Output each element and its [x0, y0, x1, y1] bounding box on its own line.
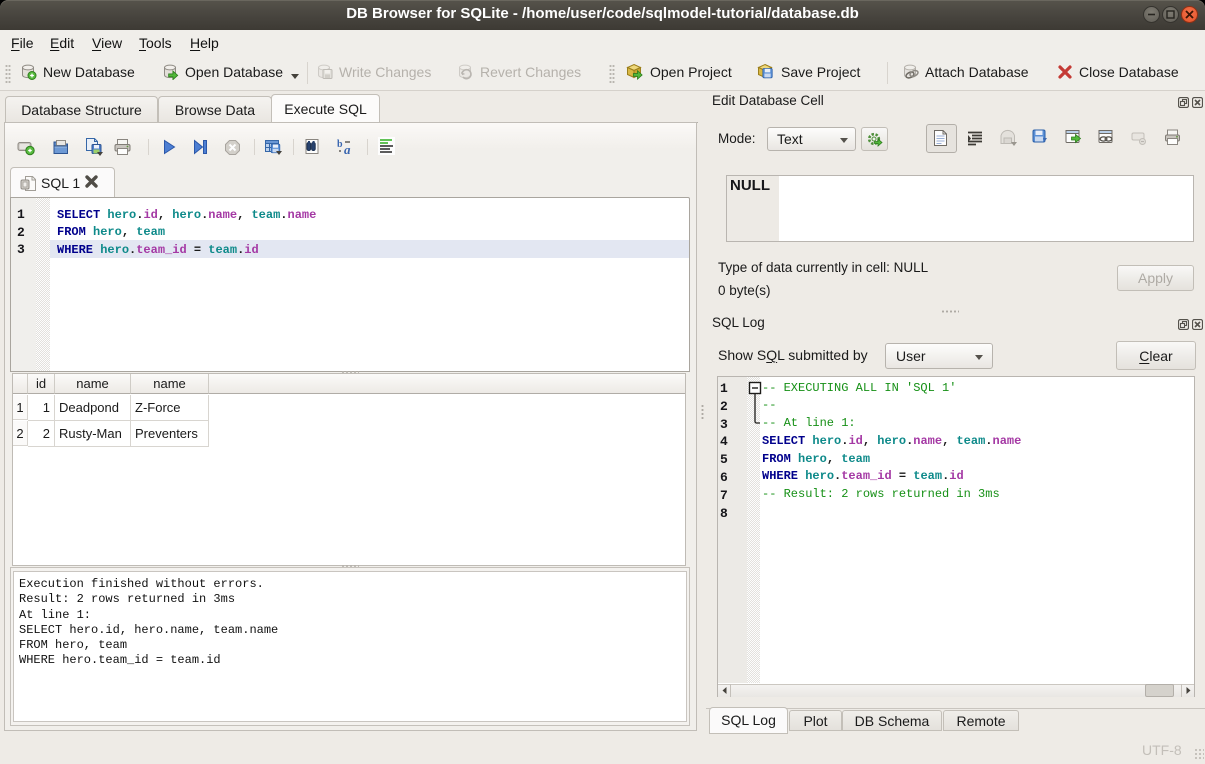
svg-text:b: b	[337, 139, 343, 150]
svg-text:a: a	[344, 142, 351, 156]
